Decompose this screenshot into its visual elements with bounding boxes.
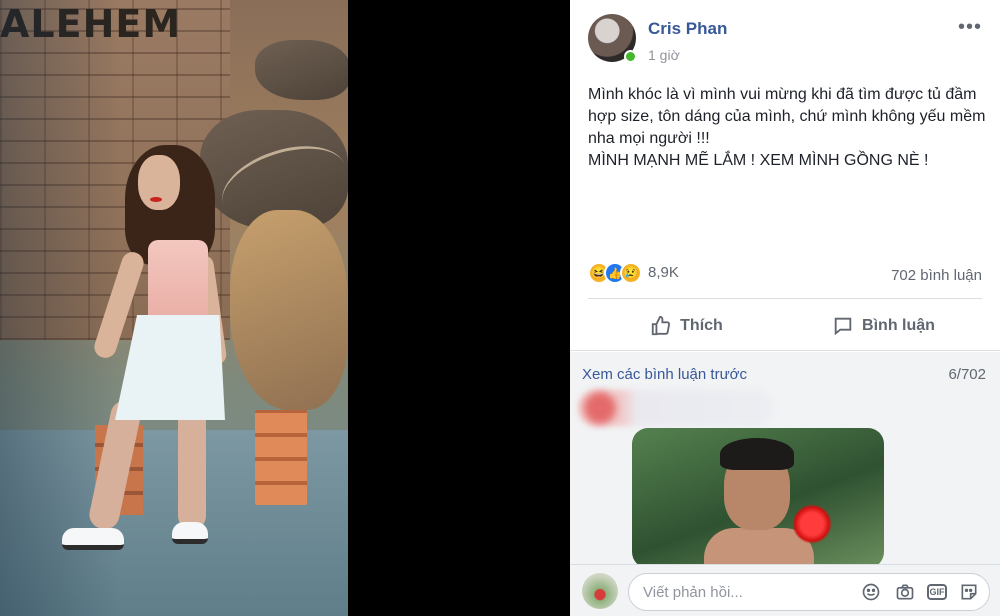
comment-count[interactable]: 702 bình luận — [891, 267, 982, 284]
view-previous-comments-link[interactable]: Xem các bình luận trước — [582, 366, 747, 383]
divider — [588, 298, 982, 299]
reaction-summary[interactable]: 😆 👍 😢 8,9K 702 bình luận — [588, 262, 982, 288]
photo-viewer: ALEHEM — [0, 0, 570, 616]
reply-placeholder: Viết phản hồi... — [643, 584, 743, 601]
reply-bar: Viết phản hồi... GIF — [570, 564, 1000, 616]
comment-label: Bình luận — [862, 317, 935, 334]
post-panel: Cris Phan 1 giờ ••• Mình khóc là vì mình… — [570, 0, 1000, 616]
reply-tools: GIF — [859, 580, 981, 604]
comment-photo[interactable] — [632, 428, 884, 564]
post-text-line: Mình khóc là vì mình vui mừng khi đã tìm… — [588, 86, 986, 147]
gif-icon[interactable]: GIF — [927, 584, 947, 600]
brick-stack — [255, 410, 307, 505]
post-timestamp[interactable]: 1 giờ — [648, 47, 680, 63]
reply-input[interactable]: Viết phản hồi... GIF — [628, 573, 990, 611]
author-name[interactable]: Cris Phan — [648, 19, 727, 39]
rock — [255, 40, 348, 100]
current-user-avatar — [582, 573, 618, 609]
emoji-icon[interactable] — [859, 580, 883, 604]
camera-icon[interactable] — [893, 580, 917, 604]
post-text: Mình khóc là vì mình vui mừng khi đã tìm… — [588, 84, 988, 172]
online-status-icon — [624, 50, 637, 63]
comment-pager: 6/702 — [948, 366, 986, 383]
person-leg — [178, 405, 206, 530]
comments-section: Xem các bình luận trước 6/702 — [570, 352, 1000, 564]
comment-button[interactable]: Bình luận — [785, 306, 982, 346]
post-header: Cris Phan 1 giờ ••• — [588, 14, 986, 66]
commenter-avatar[interactable] — [584, 392, 616, 424]
rock — [230, 210, 348, 410]
comment-bubble-icon — [834, 317, 852, 336]
like-label: Thích — [680, 317, 723, 334]
sad-reaction-icon: 😢 — [620, 262, 642, 284]
post-photo[interactable]: ALEHEM — [0, 0, 348, 616]
person-face — [138, 155, 180, 210]
sneaker — [62, 528, 124, 550]
more-options-button[interactable]: ••• — [958, 17, 982, 37]
post-text-line: MÌNH MẠNH MẼ LẮM ! XEM MÌNH GỒNG NÈ ! — [588, 152, 929, 169]
person-lips — [150, 197, 162, 202]
reaction-count[interactable]: 8,9K — [648, 264, 679, 281]
person-top — [148, 240, 208, 322]
post-actions: Thích Bình luận — [588, 306, 982, 346]
red-flower — [792, 504, 832, 544]
photo-person-hair — [720, 438, 794, 470]
divider — [570, 350, 1000, 351]
thumbs-up-icon — [651, 315, 671, 336]
sneaker — [172, 522, 208, 544]
like-button[interactable]: Thích — [588, 306, 785, 346]
sticker-icon[interactable] — [957, 580, 981, 604]
